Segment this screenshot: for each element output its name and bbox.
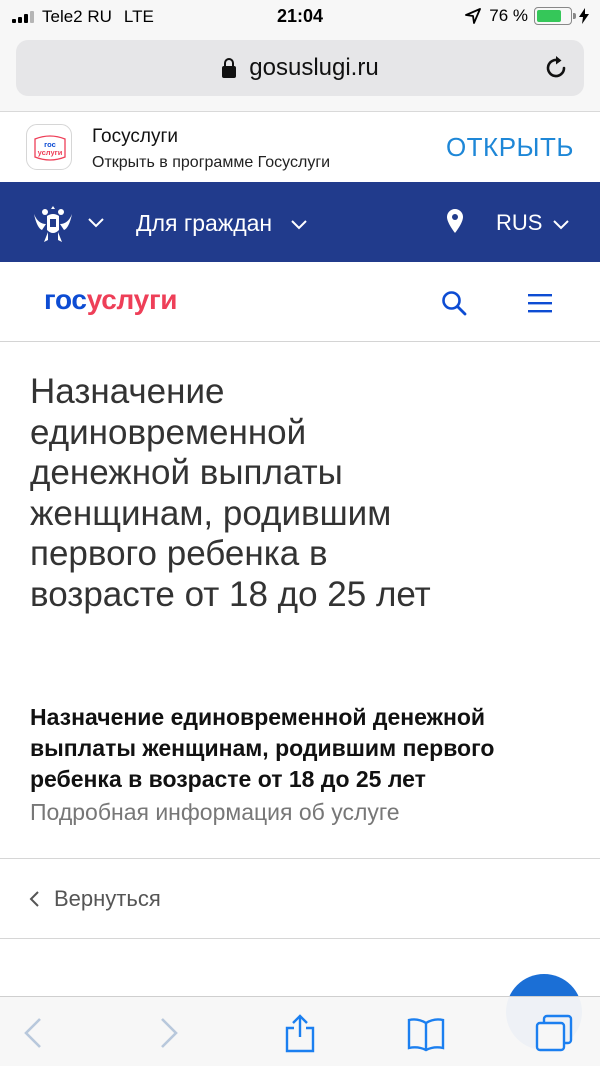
status-bar: Tele2 RU LTE 21:04 76 % (0, 0, 600, 34)
bookmarks-icon[interactable] (406, 1013, 446, 1053)
share-icon[interactable] (280, 1013, 320, 1053)
top-navigation: Для граждан RUS (0, 182, 600, 262)
browser-forward-icon[interactable] (148, 1013, 188, 1053)
gosuslugi-app-icon: гос услуги (26, 124, 72, 170)
chevron-left-icon (29, 891, 39, 907)
app-icon-text-bottom: услуги (38, 148, 63, 157)
lock-icon (222, 58, 237, 78)
citizens-chevron-down-icon[interactable] (291, 220, 307, 230)
emblem-icon[interactable] (30, 200, 76, 246)
language-selector[interactable]: RUS (496, 210, 542, 236)
service-name: Назначение единовременной денежной выпла… (30, 704, 495, 792)
location-arrow-icon (465, 8, 482, 24)
emblem-chevron-down-icon[interactable] (88, 218, 104, 228)
logo-part-gos: гос (44, 284, 87, 315)
gosuslugi-logo[interactable]: госуслуги (44, 284, 178, 316)
browser-address-area: gosuslugi.ru (0, 34, 600, 112)
back-label: Вернуться (54, 886, 161, 911)
app-banner-subtitle: Открыть в программе Госуслуги (92, 154, 331, 171)
search-icon[interactable] (441, 290, 467, 316)
language-chevron-down-icon[interactable] (553, 220, 569, 230)
browser-toolbar (0, 996, 600, 1066)
for-citizens-menu[interactable]: Для граждан (136, 210, 272, 237)
battery-level-fill (537, 10, 562, 22)
browser-back-icon[interactable] (14, 1013, 54, 1053)
tabs-icon[interactable] (534, 1013, 574, 1053)
location-pin-icon[interactable] (446, 208, 464, 234)
open-app-button[interactable]: ОТКРЫТЬ (446, 132, 574, 163)
site-header: госуслуги (0, 262, 600, 342)
status-right: 76 % (465, 6, 590, 26)
address-bar[interactable]: gosuslugi.ru (16, 40, 584, 96)
battery-icon (534, 7, 576, 25)
hamburger-menu-icon[interactable] (528, 292, 552, 314)
page-title: Назначение единовременной денежной выпла… (30, 372, 431, 614)
back-link[interactable]: Вернуться (28, 886, 161, 912)
smart-app-banner: гос услуги Госуслуги Открыть в программе… (0, 112, 600, 182)
divider (0, 858, 600, 859)
divider (0, 938, 600, 939)
charging-bolt-icon (579, 8, 589, 24)
url-text: gosuslugi.ru (249, 54, 379, 81)
logo-part-uslugi: услуги (86, 284, 178, 315)
service-description: Назначение единовременной денежной выпла… (30, 702, 580, 828)
battery-percent: 76 % (489, 6, 528, 25)
service-details-link[interactable]: Подробная информация об услуге (30, 797, 580, 828)
app-banner-title: Госуслуги (92, 126, 179, 147)
reload-icon[interactable] (542, 54, 570, 82)
